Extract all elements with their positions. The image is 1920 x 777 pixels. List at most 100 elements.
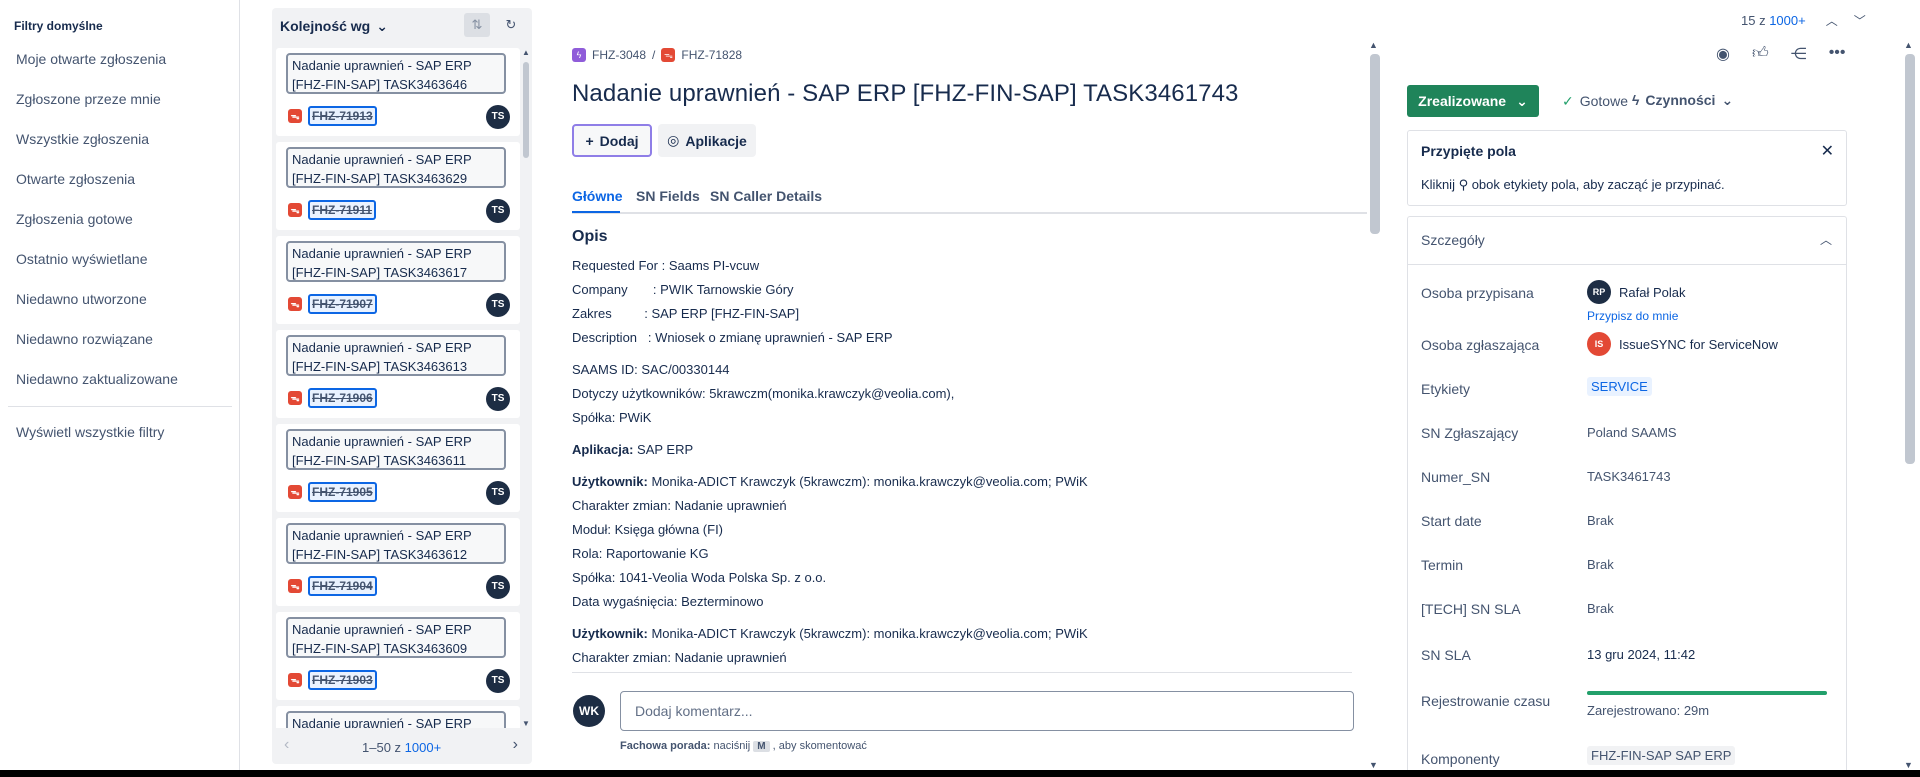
- assignee-avatar: TS: [486, 387, 510, 411]
- sort-dropdown[interactable]: Kolejność wg ⌄: [280, 14, 388, 38]
- previous-issue-icon[interactable]: ︿: [1826, 12, 1838, 29]
- list-scrollbar[interactable]: ▲ ▼: [520, 48, 532, 728]
- breadcrumb-current[interactable]: FHZ-71828: [681, 48, 742, 62]
- issue-card-key[interactable]: FHZ-71905: [308, 482, 377, 502]
- component-chip[interactable]: FHZ-FIN-SAP SAP ERP: [1587, 746, 1736, 765]
- issue-card[interactable]: Nadanie uprawnień - SAP ERP [FHZ-FIN-SAP…: [276, 142, 520, 230]
- details-scrollbar[interactable]: ▲ ▼: [1903, 40, 1917, 770]
- next-issue-icon[interactable]: ﹀: [1854, 12, 1866, 29]
- issue-card-title: Nadanie uprawnień - SAP ERP [FHZ-FIN-SAP…: [286, 147, 506, 188]
- comment-input[interactable]: Dodaj komentarz...: [620, 691, 1354, 731]
- details-scroll-thumb[interactable]: [1905, 54, 1915, 464]
- issue-title[interactable]: Nadanie uprawnień - SAP ERP [FHZ-FIN-SAP…: [572, 80, 1239, 108]
- filter-recently-created[interactable]: Niedawno utworzone: [16, 291, 147, 307]
- filter-recently-updated[interactable]: Niedawno zaktualizowane: [16, 371, 178, 387]
- field-label: Etykiety: [1421, 381, 1471, 397]
- filter-recently-viewed[interactable]: Ostatnio wyświetlane: [16, 251, 148, 267]
- issue-card[interactable]: Nadanie uprawnień - SAP ERP [FHZ-FIN-SAP…: [276, 48, 520, 136]
- view-all-filters-link[interactable]: Wyświetl wszystkie filtry: [16, 424, 164, 440]
- plus-icon: +: [585, 132, 594, 149]
- subtask-type-icon: ᯓ: [288, 391, 302, 405]
- description[interactable]: Opis Requested For : Saams PI-vcuw Compa…: [572, 228, 1362, 666]
- field-value[interactable]: Poland SAAMS: [1587, 425, 1677, 440]
- assignee-name[interactable]: Rafał Polak: [1619, 285, 1685, 300]
- vote-icon[interactable]: 👍︎: [1752, 44, 1769, 64]
- issue-card[interactable]: Nadanie uprawnień - SAP ERP [FHZ-FIN-SAP…: [276, 612, 520, 700]
- list-scroll-thumb[interactable]: [523, 62, 529, 158]
- scroll-down-icon[interactable]: ▼: [1904, 760, 1913, 770]
- assignee-avatar: TS: [486, 293, 510, 317]
- issue-card-key[interactable]: FHZ-71907: [308, 294, 377, 314]
- chevron-down-icon: ⌄: [376, 17, 388, 34]
- apps-button[interactable]: ◎ Aplikacje: [658, 124, 756, 157]
- assignee-avatar: RP: [1587, 280, 1611, 304]
- next-page-icon[interactable]: ›: [513, 736, 518, 754]
- field-value[interactable]: Brak: [1587, 601, 1614, 616]
- filter-done-issues[interactable]: Zgłoszenia gotowe: [16, 211, 133, 227]
- refresh-icon[interactable]: ↻: [498, 13, 524, 37]
- field-sn-sla: SN SLA 13 gru 2024, 11:42: [1408, 637, 1846, 673]
- scroll-down-icon[interactable]: ▼: [1369, 760, 1378, 770]
- issue-card-key[interactable]: FHZ-71913: [308, 106, 377, 126]
- assign-to-me-link[interactable]: Przypisz do mnie: [1587, 309, 1678, 323]
- watch-icon[interactable]: ◉: [1716, 44, 1730, 64]
- issue-card-key[interactable]: FHZ-71906: [308, 388, 377, 408]
- scroll-up-icon[interactable]: ▲: [1369, 40, 1378, 50]
- filter-open-issues[interactable]: Otwarte zgłoszenia: [16, 171, 135, 187]
- sort-order-icon[interactable]: ⇅: [464, 13, 490, 37]
- issue-card[interactable]: Nadanie uprawnień - SAP ERP [FHZ-FIN-SAP…: [276, 330, 520, 418]
- label-chip[interactable]: SERVICE: [1587, 377, 1652, 396]
- pager-total[interactable]: 1000+: [405, 740, 442, 755]
- field-value[interactable]: Brak: [1587, 513, 1614, 528]
- subtask-type-icon: ᯓ: [288, 485, 302, 499]
- field-value[interactable]: TASK3461743: [1587, 469, 1671, 484]
- issue-card[interactable]: Nadanie uprawnień - SAP ERP [FHZ-FIN-SAP…: [276, 518, 520, 606]
- apps-icon: ◎: [667, 132, 680, 148]
- scroll-up-icon[interactable]: ▲: [1904, 40, 1913, 50]
- issue-card[interactable]: Nadanie uprawnień - SAP ERP [FHZ-FIN-SAP…: [276, 236, 520, 324]
- filter-all-issues[interactable]: Wszystkie zgłoszenia: [16, 131, 149, 147]
- scroll-up-icon[interactable]: ▲: [522, 48, 530, 57]
- issue-card[interactable]: Nadanie uprawnień - SAP ERP [FHZ-FIN-SAP…: [276, 424, 520, 512]
- details-header[interactable]: Szczegóły ︿: [1408, 217, 1846, 265]
- filter-recently-resolved[interactable]: Niedawno rozwiązane: [16, 331, 153, 347]
- issue-scroll-thumb[interactable]: [1370, 54, 1380, 234]
- tab-sn-caller-details[interactable]: SN Caller Details: [710, 188, 822, 204]
- issue-card-key[interactable]: FHZ-71911: [308, 200, 377, 220]
- reporter-name[interactable]: IssueSYNC for ServiceNow: [1619, 337, 1778, 352]
- issue-card-key[interactable]: FHZ-71904: [308, 576, 377, 596]
- share-icon[interactable]: ⋲: [1791, 44, 1807, 64]
- status-dropdown[interactable]: Zrealizowane ⌄: [1407, 85, 1539, 117]
- issue-card-key[interactable]: FHZ-71903: [308, 670, 377, 690]
- assignee-avatar: TS: [486, 105, 510, 129]
- prev-page-icon[interactable]: ‹: [284, 736, 289, 754]
- tab-main[interactable]: Główne: [572, 188, 623, 204]
- field-start-date: Start date Brak: [1408, 503, 1846, 539]
- pinned-hint: Kliknij ⚲ obok etykiety pola, aby zacząć…: [1421, 177, 1725, 192]
- field-reporter: Osoba zgłaszająca IS IssueSYNC for Servi…: [1408, 327, 1846, 363]
- breadcrumb-parent[interactable]: FHZ-3048: [592, 48, 646, 62]
- close-icon[interactable]: ✕: [1821, 141, 1834, 161]
- issue-card[interactable]: Nadanie uprawnień - SAP ERP: [276, 706, 520, 728]
- scroll-down-icon[interactable]: ▼: [522, 719, 530, 728]
- check-icon: ✓: [1562, 93, 1574, 109]
- tab-sn-fields[interactable]: SN Fields: [636, 188, 700, 204]
- filter-reported-by-me[interactable]: Zgłoszone przeze mnie: [16, 91, 161, 107]
- tip-label: Fachowa porada:: [620, 740, 711, 752]
- field-value[interactable]: Brak: [1587, 557, 1614, 572]
- bottom-edge: [0, 770, 1920, 777]
- position-total[interactable]: 1000+: [1769, 13, 1806, 28]
- issue-view: ϟ FHZ-3048 / ᯓ FHZ-71828 Nadanie uprawni…: [572, 40, 1372, 770]
- issue-card-title: Nadanie uprawnień - SAP ERP [FHZ-FIN-SAP…: [286, 523, 506, 564]
- issue-navigation: 15 z 1000+ ︿ ﹀: [1720, 8, 1920, 32]
- add-button[interactable]: + Dodaj: [572, 124, 652, 157]
- field-value[interactable]: 13 gru 2024, 11:42: [1587, 647, 1695, 662]
- issue-scrollbar[interactable]: ▲ ▼: [1368, 40, 1382, 770]
- more-icon[interactable]: •••: [1829, 44, 1846, 64]
- field-time-tracking[interactable]: Rejestrowanie czasu Zarejestrowano: 29m: [1408, 683, 1846, 727]
- chevron-up-icon[interactable]: ︿: [1820, 231, 1832, 248]
- field-label: Osoba zgłaszająca: [1421, 337, 1540, 353]
- description-line: Charakter zmian: Nadanie uprawnień: [572, 498, 787, 513]
- actions-dropdown[interactable]: ϟ Czynności ⌄: [1632, 92, 1733, 109]
- filter-my-open[interactable]: Moje otwarte zgłoszenia: [16, 51, 166, 67]
